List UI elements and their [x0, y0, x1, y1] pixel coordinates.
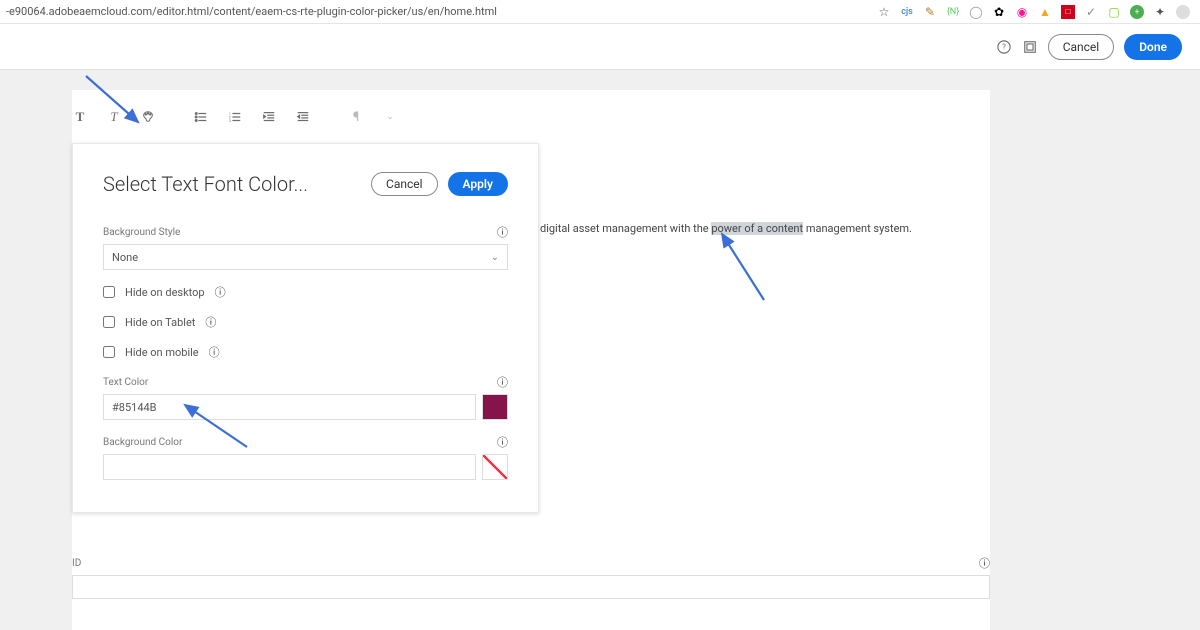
annotation-arrow-icon — [712, 228, 772, 308]
ext-circle-icon[interactable]: ◯ — [969, 5, 983, 19]
background-style-field: Background Style ⓘ None ⌄ — [103, 224, 508, 270]
chevron-down-icon: ⌄ — [491, 252, 499, 263]
browser-extensions: ☆ cjs ✎ {N} ◯ ✿ ◉ ▲ □ ✓ ▢ + ✦ — [877, 5, 1194, 19]
indent-icon[interactable] — [295, 109, 311, 125]
text-color-label: Text Color — [103, 377, 148, 388]
hide-mobile-row: Hide on mobile ⓘ — [103, 344, 508, 360]
hide-mobile-checkbox[interactable] — [103, 346, 115, 358]
background-color-label: Background Color — [103, 437, 182, 448]
background-style-label: Background Style — [103, 227, 180, 238]
svg-text:3: 3 — [229, 119, 231, 123]
done-button[interactable]: Done — [1124, 34, 1182, 60]
dialog-title: Select Text Font Color... — [103, 172, 308, 196]
dialog-header: Select Text Font Color... Cancel Apply — [103, 172, 508, 196]
annotation-arrow-icon — [80, 70, 150, 140]
paragraph-format-icon[interactable]: ¶ — [348, 109, 364, 125]
editor-header: ? Cancel Done — [0, 24, 1200, 70]
hide-desktop-row: Hide on desktop ⓘ — [103, 284, 508, 300]
background-style-select[interactable]: None ⌄ — [103, 244, 508, 270]
hide-tablet-row: Hide on Tablet ⓘ — [103, 314, 508, 330]
hide-desktop-label: Hide on desktop — [125, 286, 205, 299]
bullet-list-icon[interactable] — [193, 109, 209, 125]
cancel-button[interactable]: Cancel — [1048, 34, 1115, 60]
text-color-input[interactable] — [103, 394, 476, 420]
page-url: -e90064.adobeaemcloud.com/editor.html/co… — [6, 5, 497, 18]
chevron-down-icon[interactable]: ⌄ — [382, 109, 398, 125]
hide-tablet-checkbox[interactable] — [103, 316, 115, 328]
ext-pink-circle-icon[interactable]: ◉ — [1015, 5, 1029, 19]
info-icon[interactable]: ⓘ — [497, 224, 508, 240]
numbered-list-icon[interactable]: 123 — [227, 109, 243, 125]
background-color-field: Background Color ⓘ — [103, 434, 508, 480]
info-icon[interactable]: ⓘ — [497, 434, 508, 450]
ext-n-icon[interactable]: {N} — [946, 5, 960, 19]
ext-green-dot-icon[interactable]: + — [1130, 5, 1144, 19]
outdent-icon[interactable] — [261, 109, 277, 125]
info-icon[interactable]: ⓘ — [979, 555, 990, 571]
background-style-value: None — [112, 251, 138, 264]
dialog-actions: Cancel Apply — [371, 172, 508, 196]
color-picker-dialog: Select Text Font Color... Cancel Apply B… — [72, 143, 539, 513]
ext-cjs[interactable]: cjs — [900, 5, 914, 19]
browser-url-bar: -e90064.adobeaemcloud.com/editor.html/co… — [0, 0, 1200, 24]
info-icon[interactable]: ⓘ — [205, 314, 216, 330]
text-color-swatch[interactable] — [482, 394, 508, 420]
hide-desktop-checkbox[interactable] — [103, 286, 115, 298]
ext-red-square-icon[interactable]: □ — [1061, 5, 1075, 19]
hide-mobile-label: Hide on mobile — [125, 346, 199, 359]
text-suffix: management system. — [803, 222, 912, 235]
info-icon[interactable]: ⓘ — [215, 284, 226, 300]
info-icon[interactable]: ⓘ — [497, 374, 508, 390]
ext-green-box-icon[interactable]: ▢ — [1107, 5, 1121, 19]
ext-black-icon[interactable]: ✿ — [992, 5, 1006, 19]
ext-puzzle-icon[interactable]: ✦ — [1153, 5, 1167, 19]
info-icon[interactable]: ⓘ — [209, 344, 220, 360]
editor-page: T T 123 ¶ ⌄ digital asset management wit… — [0, 70, 1200, 630]
ext-pen-icon[interactable]: ✎ — [923, 5, 937, 19]
text-color-field: Text Color ⓘ — [103, 374, 508, 420]
id-label: ID — [72, 558, 81, 569]
id-field: ID ⓘ — [72, 555, 990, 599]
star-icon[interactable]: ☆ — [877, 5, 891, 19]
id-input[interactable] — [72, 575, 990, 599]
background-color-input[interactable] — [103, 454, 476, 480]
annotation-arrow-icon — [177, 397, 257, 457]
text-prefix: digital asset management with the — [540, 222, 711, 235]
ext-warning-icon[interactable]: ▲ — [1038, 5, 1052, 19]
dialog-cancel-button[interactable]: Cancel — [371, 172, 438, 196]
background-color-swatch[interactable] — [482, 454, 508, 480]
ext-avatar-icon[interactable] — [1176, 5, 1190, 19]
dialog-apply-button[interactable]: Apply — [448, 172, 508, 196]
hide-tablet-label: Hide on Tablet — [125, 316, 195, 329]
device-preview-icon[interactable] — [1022, 39, 1038, 55]
svg-text:?: ? — [1002, 42, 1006, 51]
help-icon[interactable]: ? — [996, 39, 1012, 55]
ext-check-icon[interactable]: ✓ — [1084, 5, 1098, 19]
